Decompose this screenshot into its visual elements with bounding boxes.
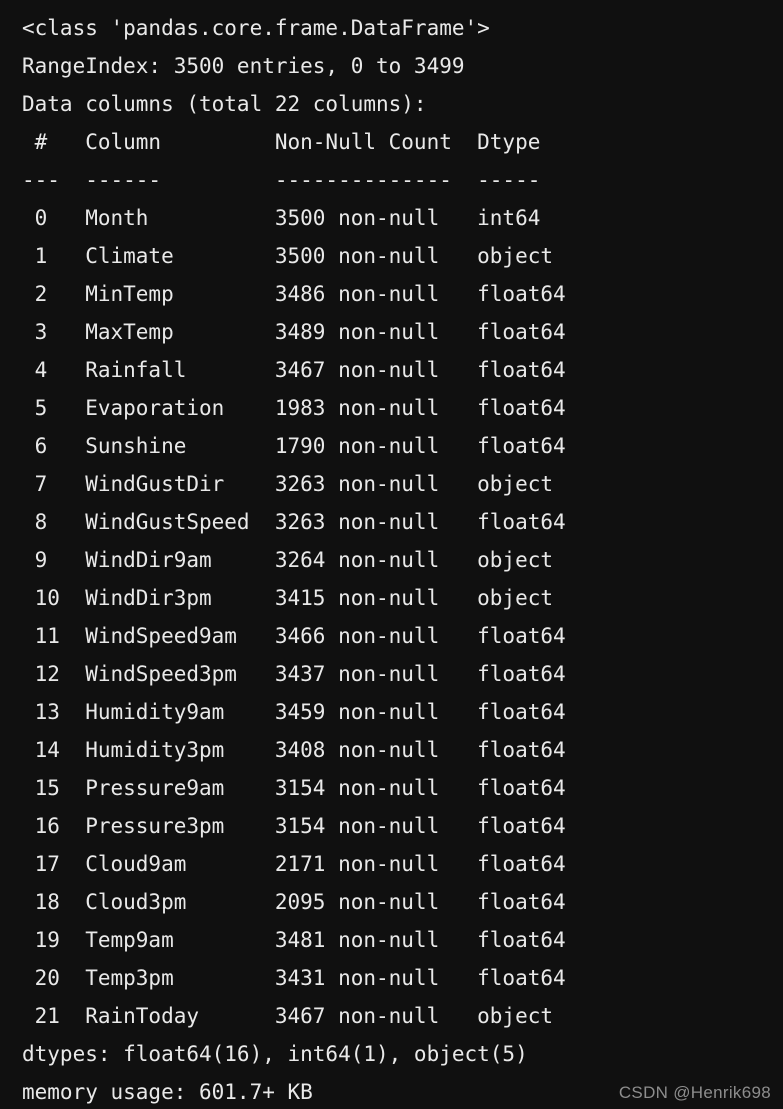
table-row: 16 Pressure3pm 3154 non-null float64 bbox=[22, 814, 566, 838]
table-row: 9 WindDir9am 3264 non-null object bbox=[22, 548, 566, 572]
table-row: 8 WindGustSpeed 3263 non-null float64 bbox=[22, 510, 566, 534]
table-row: 19 Temp9am 3481 non-null float64 bbox=[22, 928, 566, 952]
table-row: 13 Humidity9am 3459 non-null float64 bbox=[22, 700, 566, 724]
table-row: 17 Cloud9am 2171 non-null float64 bbox=[22, 852, 566, 876]
table-row: 4 Rainfall 3467 non-null float64 bbox=[22, 358, 566, 382]
table-row: 15 Pressure9am 3154 non-null float64 bbox=[22, 776, 566, 800]
table-row: 11 WindSpeed9am 3466 non-null float64 bbox=[22, 624, 566, 648]
table-row: 5 Evaporation 1983 non-null float64 bbox=[22, 396, 566, 420]
column-table-rule: --- ------ -------------- ----- bbox=[22, 168, 566, 192]
table-row: 2 MinTemp 3486 non-null float64 bbox=[22, 282, 566, 306]
terminal-output-panel: <class 'pandas.core.frame.DataFrame'> Ra… bbox=[0, 0, 783, 1109]
dataframe-class-line: <class 'pandas.core.frame.DataFrame'> bbox=[22, 16, 490, 40]
csdn-watermark: CSDN @Henrik698 bbox=[618, 1083, 771, 1102]
table-row: 6 Sunshine 1790 non-null float64 bbox=[22, 434, 566, 458]
table-row: 1 Climate 3500 non-null object bbox=[22, 244, 566, 268]
table-row: 20 Temp3pm 3431 non-null float64 bbox=[22, 966, 566, 990]
table-row: 3 MaxTemp 3489 non-null float64 bbox=[22, 320, 566, 344]
table-row: 7 WindGustDir 3263 non-null object bbox=[22, 472, 566, 496]
table-row: 12 WindSpeed3pm 3437 non-null float64 bbox=[22, 662, 566, 686]
table-row: 18 Cloud3pm 2095 non-null float64 bbox=[22, 890, 566, 914]
table-row: 14 Humidity3pm 3408 non-null float64 bbox=[22, 738, 566, 762]
dtypes-summary-line: dtypes: float64(16), int64(1), object(5) bbox=[22, 1042, 528, 1066]
data-columns-total-line: Data columns (total 22 columns): bbox=[22, 92, 427, 116]
table-row: 0 Month 3500 non-null int64 bbox=[22, 206, 566, 230]
range-index-line: RangeIndex: 3500 entries, 0 to 3499 bbox=[22, 54, 465, 78]
column-table-header: # Column Non-Null Count Dtype bbox=[22, 130, 566, 154]
table-row: 10 WindDir3pm 3415 non-null object bbox=[22, 586, 566, 610]
table-row: 21 RainToday 3467 non-null object bbox=[22, 1004, 566, 1028]
